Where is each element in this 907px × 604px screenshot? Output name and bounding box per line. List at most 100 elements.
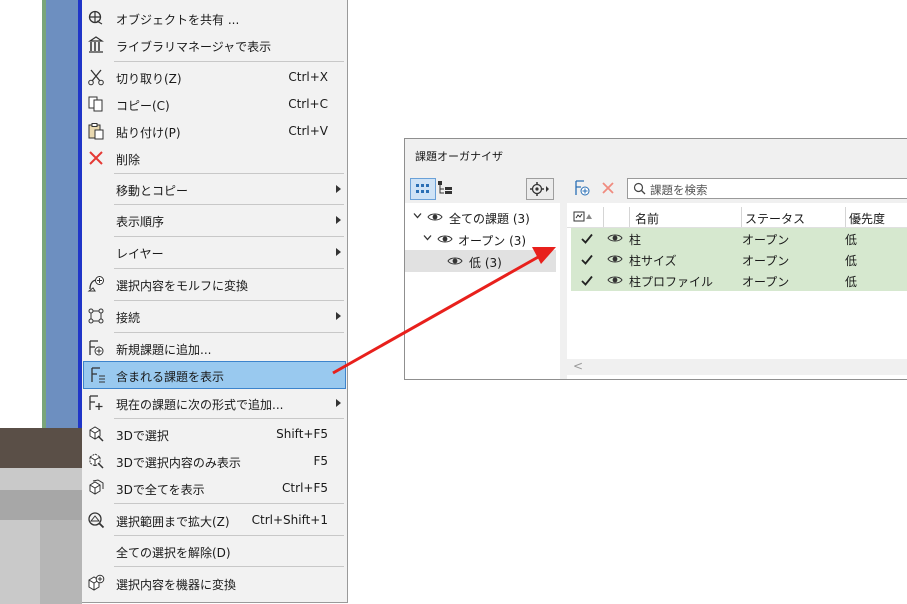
show-issues-icon: [91, 367, 105, 383]
issue-list-pane: 課題を検索 名前 ステータス 優先度 柱 オープン 低 柱サイズ オープン 低: [567, 173, 907, 379]
menu-separator: [114, 535, 344, 536]
connect-icon: [88, 308, 104, 324]
submenu-arrow-icon: [336, 312, 341, 320]
menu-item-move-copy[interactable]: 移動とコピー: [82, 176, 347, 202]
3d-viewport[interactable]: [0, 0, 82, 604]
menu-item-library-manager[interactable]: ライブラリマネージャで表示: [82, 32, 347, 58]
menu-item-copy[interactable]: コピー(C) Ctrl+C: [82, 91, 347, 117]
menu-item-shortcut: Ctrl+C: [288, 97, 328, 111]
eye-icon[interactable]: [427, 211, 443, 223]
submenu-arrow-icon: [336, 185, 341, 193]
menu-item-display-order[interactable]: 表示順序: [82, 207, 347, 233]
menu-item-paste[interactable]: 貼り付け(P) Ctrl+V: [82, 118, 347, 144]
show-selection-3d-icon: [89, 453, 104, 469]
menu-item-add-new-issue[interactable]: 新規課題に追加...: [82, 335, 347, 361]
eye-icon[interactable]: [607, 232, 623, 244]
menu-separator: [114, 61, 344, 62]
menu-item-convert-to-morph[interactable]: 選択内容をモルフに変換: [82, 271, 347, 297]
column-divider: [741, 207, 742, 227]
menu-item-delete[interactable]: 削除: [82, 145, 347, 171]
menu-item-connect[interactable]: 接続: [82, 303, 347, 329]
menu-item-share-object[interactable]: オブジェクトを共有 ...: [82, 5, 347, 31]
column-header-name[interactable]: 名前: [635, 210, 659, 227]
tree-view-button[interactable]: [437, 179, 455, 197]
mark-status-sort-icon[interactable]: [573, 211, 595, 223]
menu-item-label: 全ての選択を解除(D): [116, 546, 231, 560]
menu-item-label: ライブラリマネージャで表示: [116, 40, 272, 54]
menu-separator: [114, 204, 344, 205]
menu-item-select-in-3d[interactable]: 3Dで選択 Shift+F5: [82, 421, 347, 447]
context-menu: オブジェクトを共有 ... ライブラリマネージャで表示 切り取り(Z) Ctrl…: [82, 0, 348, 603]
issue-row[interactable]: 柱サイズ オープン 低: [571, 249, 907, 270]
menu-item-deselect-all[interactable]: 全ての選択を解除(D): [82, 538, 347, 564]
check-icon[interactable]: [581, 254, 593, 265]
library-manager-icon: [88, 36, 104, 53]
menu-item-convert-to-equipment[interactable]: 選択内容を機器に変換: [82, 570, 347, 596]
menu-item-shortcut: F5: [313, 454, 328, 468]
menu-item-add-to-current-issue[interactable]: 現在の課題に次の形式で追加...: [82, 390, 347, 416]
submenu-arrow-icon: [336, 399, 341, 407]
menu-item-label: 現在の課題に次の形式で追加...: [116, 398, 284, 412]
menu-item-label: 表示順序: [116, 215, 165, 229]
column-header-status[interactable]: ステータス: [745, 210, 805, 227]
eye-icon[interactable]: [607, 274, 623, 286]
tree-item-all-issues[interactable]: 全ての課題 (3): [405, 206, 560, 228]
delete-x-icon: [602, 182, 614, 194]
menu-item-show-selection-in-3d[interactable]: 3Dで選択内容のみ表示 F5: [82, 448, 347, 474]
submenu-arrow-icon: [336, 216, 341, 224]
menu-item-shortcut: Ctrl+X: [288, 70, 328, 84]
tree-item-label: 全ての課題 (3): [449, 212, 530, 226]
menu-item-show-included-issues[interactable]: 含まれる課題を表示: [83, 361, 346, 389]
tree-item-low[interactable]: 低 (3): [405, 250, 556, 272]
issue-row[interactable]: 柱 オープン 低: [571, 228, 907, 249]
wall-band: [0, 490, 82, 520]
menu-item-label: 3Dで選択: [116, 429, 169, 443]
menu-separator: [114, 300, 344, 301]
menu-item-label: 接続: [116, 311, 141, 325]
delete-issue-button[interactable]: [600, 180, 616, 196]
eye-icon[interactable]: [437, 233, 453, 245]
tree-item-open[interactable]: オープン (3): [405, 228, 560, 250]
menu-item-label: 移動とコピー: [116, 184, 189, 198]
issue-row[interactable]: 柱プロファイル オープン 低: [571, 270, 907, 291]
menu-item-label: コピー(C): [116, 99, 170, 113]
eye-icon[interactable]: [447, 255, 463, 267]
menu-item-shortcut: Ctrl+F5: [282, 481, 328, 495]
menu-separator: [114, 503, 344, 504]
column-divider: [845, 207, 846, 227]
menu-item-show-all-in-3d[interactable]: 3Dで全てを表示 Ctrl+F5: [82, 475, 347, 501]
zoom-selection-icon: [88, 512, 105, 529]
horizontal-scrollbar[interactable]: <: [567, 359, 907, 375]
column-header-priority[interactable]: 優先度: [849, 210, 885, 227]
new-issue-icon: [89, 340, 104, 356]
check-icon[interactable]: [581, 233, 593, 244]
delete-x-icon: [89, 151, 103, 165]
column-divider: [629, 207, 630, 227]
menu-item-layer[interactable]: レイヤー: [82, 239, 347, 265]
menu-item-zoom-to-selection[interactable]: 選択範囲まで拡大(Z) Ctrl+Shift+1: [82, 507, 347, 533]
window-title: 課題オーガナイザ: [415, 150, 503, 163]
menu-item-cut[interactable]: 切り取り(Z) Ctrl+X: [82, 64, 347, 90]
issue-name: 柱サイズ: [629, 254, 677, 268]
menu-item-label: 選択内容を機器に変換: [116, 578, 237, 592]
issue-status: オープン: [742, 275, 790, 289]
scroll-left-arrow[interactable]: <: [573, 359, 583, 373]
menu-separator: [114, 236, 344, 237]
menu-separator: [114, 332, 344, 333]
new-issue-button[interactable]: [573, 179, 591, 197]
tree-item-label: オープン (3): [458, 234, 527, 248]
tree-toolbar: [405, 173, 560, 203]
grid-view-button[interactable]: [410, 178, 436, 200]
check-icon[interactable]: [581, 275, 593, 286]
tree-item-label: 低 (3): [469, 256, 502, 270]
submenu-arrow-icon: [336, 248, 341, 256]
search-input[interactable]: 課題を検索: [627, 178, 907, 199]
eye-icon[interactable]: [607, 253, 623, 265]
menu-separator: [114, 566, 344, 567]
menu-item-label: 切り取り(Z): [116, 72, 182, 86]
issue-list-toolbar: 課題を検索: [567, 173, 907, 203]
column-selection-face: [46, 0, 78, 440]
morph-convert-icon: [87, 276, 104, 292]
issue-status: オープン: [742, 233, 790, 247]
settings-menu-button[interactable]: [526, 178, 554, 200]
